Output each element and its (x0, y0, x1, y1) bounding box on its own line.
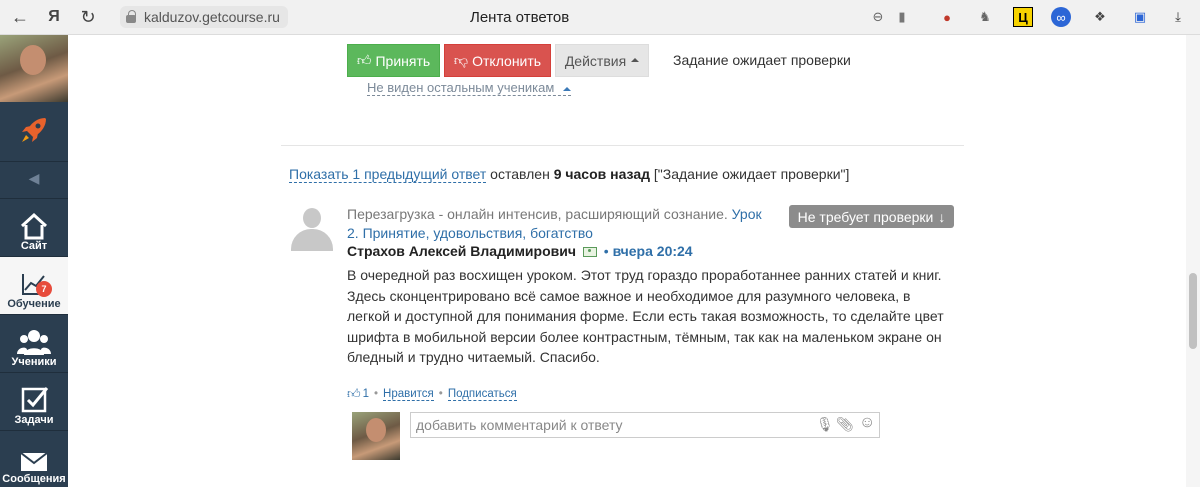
zoom-icon[interactable]: ⊖ (868, 7, 888, 27)
caret-up-icon (562, 87, 571, 91)
like-count: 1 (362, 388, 369, 400)
extension-icon[interactable]: ♞ (975, 7, 995, 27)
sidebar-item-learning[interactable]: 7 Обучение (0, 257, 68, 315)
sidebar-item-site[interactable]: Сайт (0, 199, 68, 257)
reload-icon[interactable]: ↻ (74, 3, 102, 31)
thumbs-up-icon: 👍︎ (347, 386, 361, 401)
envelope-icon (20, 452, 48, 471)
extension-icon[interactable]: ∞ (1051, 7, 1071, 27)
sidebar-item-messages[interactable]: Сообщения (0, 431, 68, 489)
arrow-down-icon: ↓ (938, 208, 946, 225)
author-name[interactable]: Страхов Алексей Владимирович (347, 243, 576, 259)
sidebar-item-label: Обучение (7, 298, 61, 310)
answer-age: 9 часов назад (553, 166, 650, 182)
avatar[interactable] (0, 35, 68, 102)
reject-button[interactable]: 👎︎ Отклонить (444, 44, 551, 77)
money-icon (582, 247, 597, 257)
answer-time[interactable]: вчера 20:24 (613, 243, 693, 259)
extension-icon[interactable]: ● (937, 7, 957, 27)
previous-answers-line: Показать 1 предыдущий ответ оставлен 9 ч… (289, 166, 850, 183)
sidebar-item-label: Ученики (11, 356, 57, 368)
avatar (352, 412, 400, 460)
lock-icon (126, 10, 136, 23)
extension-icon[interactable]: ▣ (1130, 7, 1150, 27)
thumbs-up-icon: 👍︎ (356, 52, 372, 68)
divider (281, 145, 964, 146)
checkbox-icon (21, 387, 49, 413)
home-icon (20, 212, 48, 240)
scrollbar[interactable] (1186, 35, 1200, 487)
status-label: Задание ожидает проверки (673, 52, 851, 68)
paperclip-icon[interactable]: 📎︎ (836, 416, 854, 433)
thumbs-down-icon: 👎︎ (453, 52, 469, 68)
sidebar-item-students[interactable]: Ученики (0, 315, 68, 373)
users-icon (17, 330, 51, 355)
comment-box[interactable]: 🎙︎ 📎︎ ☺ (410, 412, 880, 438)
reactions-bar: 👍︎ 1 • Нравится • Подписаться (347, 386, 517, 401)
sound-icon[interactable]: ◀ (0, 162, 68, 199)
sidebar-item-label: Сообщения (2, 473, 66, 485)
comment-input[interactable] (416, 417, 806, 433)
left-sidebar: ◀ Сайт 7 Обучение Ученики Задачи Сообщен… (0, 35, 68, 487)
scroll-thumb[interactable] (1189, 273, 1197, 349)
bookmark-icon[interactable]: ▮ (892, 7, 912, 27)
back-icon[interactable]: ← (6, 3, 34, 31)
notification-badge: 7 (36, 281, 52, 297)
sidebar-item-tasks[interactable]: Задачи (0, 373, 68, 431)
show-previous-link[interactable]: Показать 1 предыдущий ответ (289, 166, 487, 183)
page-title: Лента ответов (470, 9, 570, 26)
extension-icon[interactable]: ❖ (1090, 7, 1110, 27)
download-icon[interactable]: ⤓ (1168, 7, 1188, 27)
sidebar-item-label: Задачи (14, 414, 54, 426)
previous-status: ["Задание ожидает проверки"] (653, 166, 850, 182)
actions-dropdown[interactable]: Действия (555, 44, 649, 77)
answer-text: В очередной раз восхищен уроком. Этот тр… (347, 267, 944, 365)
no-check-button[interactable]: Не требует проверки ↓ (789, 205, 954, 228)
url-text: kalduzov.getcourse.ru (144, 9, 280, 25)
rocket-icon (22, 117, 46, 142)
author-line: Страхов Алексей Владимирович • вчера 20:… (347, 243, 693, 259)
address-bar[interactable]: kalduzov.getcourse.ru (120, 6, 288, 28)
browser-toolbar: ← Я ↻ kalduzov.getcourse.ru Лента ответо… (0, 0, 1200, 35)
yandex-icon[interactable]: Я (40, 3, 68, 31)
extension-icon[interactable]: Ц (1013, 7, 1033, 27)
caret-up-icon (631, 57, 640, 62)
subscribe-link[interactable]: Подписаться (447, 388, 517, 401)
user-avatar-placeholder (289, 205, 335, 251)
accept-button[interactable]: 👍︎ Принять (347, 44, 440, 77)
lesson-info: Перезагрузка - онлайн интенсив, расширяю… (347, 206, 762, 241)
like-link[interactable]: Нравится (383, 388, 434, 401)
sidebar-item-label: Сайт (20, 240, 48, 252)
microphone-icon[interactable]: 🎙︎ (816, 416, 834, 433)
visibility-toggle[interactable]: Не виден остальным ученикам (367, 80, 571, 96)
smiley-icon[interactable]: ☺ (859, 414, 875, 432)
rocket-icon[interactable] (0, 102, 68, 162)
